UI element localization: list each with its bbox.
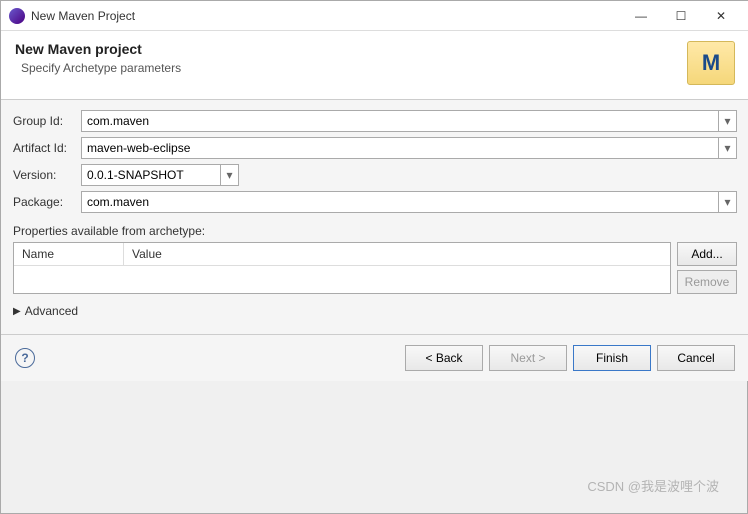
maximize-button[interactable]: ☐ — [661, 2, 701, 30]
window-title: New Maven Project — [31, 9, 621, 23]
minimize-button[interactable]: — — [621, 2, 661, 30]
package-dropdown-icon[interactable]: ▾ — [719, 191, 737, 213]
artifact-id-label: Artifact Id: — [13, 141, 81, 155]
close-button[interactable]: ✕ — [701, 2, 741, 30]
page-title: New Maven project — [15, 41, 687, 57]
maven-icon: M — [687, 41, 735, 85]
remove-button[interactable]: Remove — [677, 270, 737, 294]
next-button[interactable]: Next > — [489, 345, 567, 371]
package-input[interactable] — [81, 191, 719, 213]
cancel-button[interactable]: Cancel — [657, 345, 735, 371]
watermark: CSDN @我是波哩个波 — [587, 476, 719, 495]
package-label: Package: — [13, 195, 81, 209]
titlebar: New Maven Project — ☐ ✕ — [1, 1, 748, 31]
eclipse-icon — [9, 8, 25, 24]
version-input[interactable] — [81, 164, 221, 186]
properties-heading: Properties available from archetype: — [13, 224, 737, 238]
column-value[interactable]: Value — [124, 243, 670, 265]
content-area: Group Id: ▾ Artifact Id: ▾ Version: ▾ Pa… — [1, 100, 748, 334]
group-id-dropdown-icon[interactable]: ▾ — [719, 110, 737, 132]
add-button[interactable]: Add... — [677, 242, 737, 266]
footer: ? < Back Next > Finish Cancel — [1, 334, 748, 381]
page-subtitle: Specify Archetype parameters — [15, 61, 687, 75]
artifact-id-dropdown-icon[interactable]: ▾ — [719, 137, 737, 159]
advanced-toggle[interactable]: ▶ Advanced — [13, 304, 737, 318]
back-button[interactable]: < Back — [405, 345, 483, 371]
window-controls: — ☐ ✕ — [621, 2, 741, 30]
table-body — [14, 266, 670, 293]
version-dropdown-icon[interactable]: ▾ — [221, 164, 239, 186]
wizard-header: New Maven project Specify Archetype para… — [1, 31, 748, 100]
column-name[interactable]: Name — [14, 243, 124, 265]
help-button[interactable]: ? — [15, 348, 35, 368]
chevron-right-icon: ▶ — [13, 306, 21, 317]
group-id-label: Group Id: — [13, 114, 81, 128]
group-id-input[interactable] — [81, 110, 719, 132]
finish-button[interactable]: Finish — [573, 345, 651, 371]
advanced-label: Advanced — [25, 304, 78, 318]
artifact-id-input[interactable] — [81, 137, 719, 159]
properties-table[interactable]: Name Value — [13, 242, 671, 294]
version-label: Version: — [13, 168, 81, 182]
